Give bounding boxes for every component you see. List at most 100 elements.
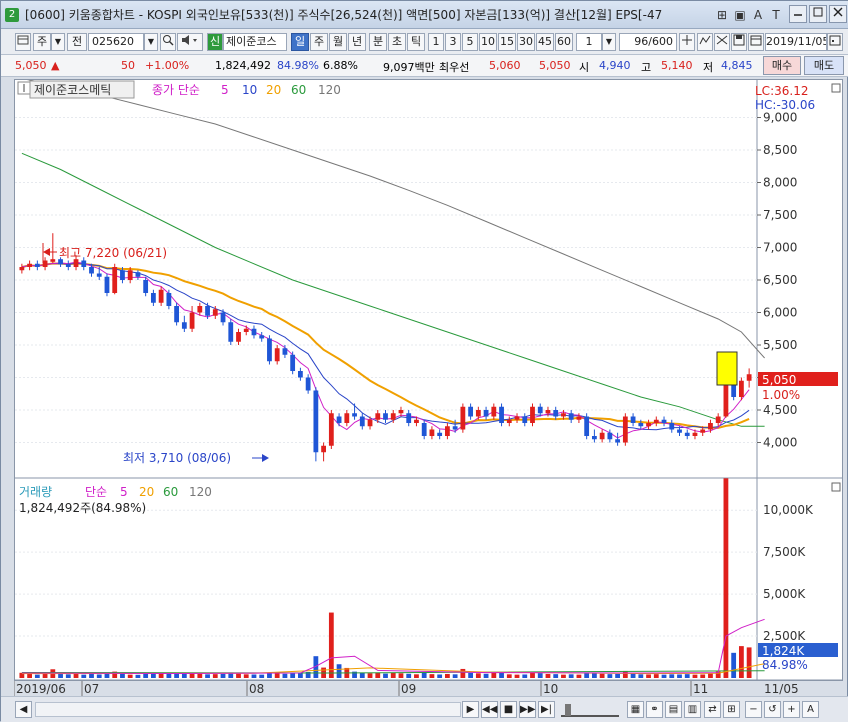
volume-bar[interactable] bbox=[135, 674, 141, 678]
candle-body[interactable] bbox=[576, 416, 582, 420]
volume-bar[interactable] bbox=[243, 674, 249, 678]
volume-bar[interactable] bbox=[89, 673, 94, 678]
candle-body[interactable] bbox=[135, 272, 141, 277]
minute-1[interactable]: 1 bbox=[428, 33, 444, 51]
volume-bar[interactable] bbox=[692, 674, 698, 678]
candle-body[interactable] bbox=[398, 410, 404, 414]
volume-bar[interactable] bbox=[700, 674, 706, 678]
volume-bar[interactable] bbox=[607, 674, 613, 678]
volume-bar[interactable] bbox=[731, 652, 737, 678]
volume-bar[interactable] bbox=[282, 673, 288, 678]
minimize-button[interactable] bbox=[789, 5, 807, 23]
volume-bar[interactable] bbox=[297, 672, 303, 678]
stock-code-input[interactable]: 025620 bbox=[88, 33, 144, 51]
volume-bar[interactable] bbox=[638, 674, 644, 678]
candle-body[interactable] bbox=[421, 423, 427, 436]
volume-bar[interactable] bbox=[630, 673, 636, 678]
grid-toggle-icon[interactable]: ▦ bbox=[627, 701, 644, 718]
candle-body[interactable] bbox=[669, 423, 675, 430]
candle-body[interactable] bbox=[297, 371, 303, 378]
candle-body[interactable] bbox=[19, 267, 25, 271]
maximize-button[interactable] bbox=[809, 5, 827, 23]
candle-body[interactable] bbox=[336, 416, 342, 424]
candle-body[interactable] bbox=[89, 267, 94, 274]
candle-body[interactable] bbox=[568, 413, 574, 420]
candle-body[interactable] bbox=[700, 429, 706, 433]
candle-body[interactable] bbox=[274, 348, 280, 362]
candle-body[interactable] bbox=[321, 445, 327, 453]
minute-15[interactable]: 15 bbox=[498, 33, 516, 51]
tick-dropdown[interactable]: ▼ bbox=[602, 33, 616, 51]
volume-bar[interactable] bbox=[274, 672, 280, 678]
dual-icon[interactable]: ▥ bbox=[684, 701, 701, 718]
minute-60[interactable]: 60 bbox=[555, 33, 573, 51]
candle-body[interactable] bbox=[282, 348, 288, 355]
multi-icon[interactable]: ▤ bbox=[665, 701, 682, 718]
candle-body[interactable] bbox=[228, 322, 234, 342]
minute-30[interactable]: 30 bbox=[517, 33, 535, 51]
volume-bar[interactable] bbox=[120, 673, 125, 678]
candle-body[interactable] bbox=[615, 439, 621, 443]
candle-body[interactable] bbox=[429, 429, 435, 437]
volume-bar[interactable] bbox=[615, 673, 621, 678]
candle-body[interactable] bbox=[444, 426, 450, 436]
candle-body[interactable] bbox=[607, 432, 613, 440]
candle-body[interactable] bbox=[561, 413, 566, 417]
candle-body[interactable] bbox=[530, 406, 535, 423]
candle-body[interactable] bbox=[267, 338, 272, 362]
volume-bar[interactable] bbox=[166, 673, 172, 678]
volume-bar[interactable] bbox=[622, 670, 628, 678]
drag-icon[interactable] bbox=[679, 33, 695, 51]
candle-body[interactable] bbox=[553, 410, 559, 417]
volume-bar[interactable] bbox=[398, 673, 404, 678]
candle-body[interactable] bbox=[483, 410, 489, 417]
candle-body[interactable] bbox=[150, 293, 156, 303]
minute-5[interactable]: 5 bbox=[462, 33, 478, 51]
volume-bar[interactable] bbox=[452, 674, 458, 678]
tool-icon[interactable]: T bbox=[769, 8, 783, 22]
candle-body[interactable] bbox=[545, 410, 551, 414]
date-input[interactable]: 2019/11/05 bbox=[765, 33, 827, 51]
volume-bar[interactable] bbox=[406, 673, 412, 678]
period-tick[interactable]: 틱 bbox=[407, 33, 425, 51]
candle-body[interactable] bbox=[112, 267, 118, 293]
candle-body[interactable] bbox=[104, 276, 110, 293]
volume-bar[interactable] bbox=[375, 672, 381, 678]
volume-bar[interactable] bbox=[359, 672, 365, 678]
candle-body[interactable] bbox=[290, 354, 296, 371]
candle-body[interactable] bbox=[491, 406, 497, 417]
volume-bar[interactable] bbox=[236, 673, 241, 678]
minute-10[interactable]: 10 bbox=[479, 33, 497, 51]
buy-button[interactable]: 매수 bbox=[763, 56, 801, 75]
volume-bar[interactable] bbox=[27, 673, 33, 678]
volume-bar[interactable] bbox=[576, 674, 582, 678]
volume-bar[interactable] bbox=[723, 478, 729, 678]
candle-body[interactable] bbox=[406, 413, 412, 423]
volume-bar[interactable] bbox=[514, 674, 520, 678]
candle-body[interactable] bbox=[251, 328, 257, 336]
candle-body[interactable] bbox=[375, 413, 381, 420]
volume-bar[interactable] bbox=[259, 674, 265, 678]
link-icon[interactable]: ⚭ bbox=[646, 701, 663, 718]
volume-bar[interactable] bbox=[414, 674, 419, 678]
chart-area[interactable]: 9,000 8,500 8,000 7,500 7,000 6,500 6,000 5,500… bbox=[14, 78, 843, 681]
candle-body[interactable] bbox=[661, 419, 667, 423]
zoom-out-icon[interactable]: − bbox=[745, 701, 762, 718]
date-icon[interactable] bbox=[827, 33, 843, 51]
candle-body[interactable] bbox=[622, 416, 628, 443]
volume-bar[interactable] bbox=[290, 673, 296, 678]
candle-body[interactable] bbox=[692, 432, 698, 436]
calendar-icon[interactable] bbox=[748, 33, 764, 51]
zoom-slider-handle[interactable] bbox=[565, 704, 571, 716]
candle-body[interactable] bbox=[390, 413, 396, 420]
volume-bar[interactable] bbox=[684, 674, 690, 678]
sound-icon[interactable] bbox=[177, 33, 203, 51]
period-month[interactable]: 월 bbox=[329, 33, 347, 51]
candle-body[interactable] bbox=[313, 390, 319, 453]
candle-body[interactable] bbox=[236, 332, 241, 342]
candle-body[interactable] bbox=[468, 406, 474, 417]
candle-body[interactable] bbox=[127, 270, 133, 280]
scroll-left-icon[interactable]: ◀ bbox=[15, 701, 32, 718]
candle-body[interactable] bbox=[243, 328, 249, 332]
sell-button[interactable]: 매도 bbox=[804, 56, 844, 75]
